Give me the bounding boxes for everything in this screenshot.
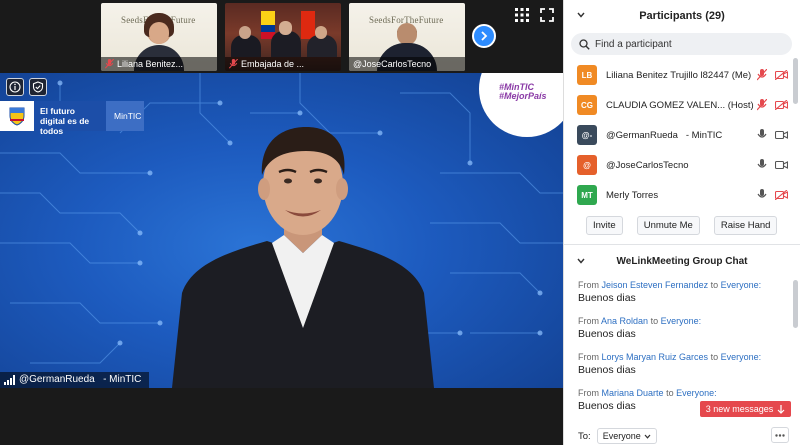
mic-muted-icon: [229, 59, 238, 69]
thumbnail-name: @JoseCarlosTecno: [349, 57, 465, 71]
mic-muted-icon[interactable]: [757, 69, 767, 81]
participant-row[interactable]: @- @GermanRueda - MinTIC: [564, 120, 792, 150]
participant-name: @JoseCarlosTecno: [606, 159, 689, 171]
chat-more-options-button[interactable]: [771, 427, 789, 443]
side-panel: Participants (29) LB Liliana Benitez Tru…: [563, 0, 800, 445]
active-speaker-video[interactable]: El futuro digital es de todos MinTIC #Mi…: [0, 73, 563, 388]
participants-header: Participants (29): [639, 10, 725, 22]
search-input[interactable]: [595, 38, 775, 50]
more-dots-icon: [775, 433, 785, 437]
video-off-icon[interactable]: [775, 190, 788, 200]
video-camera-icon[interactable]: [775, 130, 788, 140]
video-off-icon[interactable]: [775, 100, 788, 110]
security-button[interactable]: [29, 78, 47, 96]
participant-list: LB Liliana Benitez Trujillo l82447 (Me) …: [564, 60, 792, 210]
new-messages-button[interactable]: 3 new messages: [700, 401, 791, 417]
mic-icon[interactable]: [757, 189, 767, 201]
chevron-right-icon: [481, 31, 488, 41]
message-sender[interactable]: Ana Roldan: [601, 316, 648, 326]
mic-muted-icon: [105, 59, 114, 69]
chat-message: From Jeison Esteven Fernandez to Everyon…: [578, 279, 786, 306]
participant-name: Merly Torres: [606, 189, 659, 201]
signal-strength-icon: [4, 375, 15, 385]
thumbnail-name: Embajada de ...: [225, 57, 341, 71]
panel-divider: [564, 244, 800, 245]
thumbnail-name: Liliana Benitez...: [101, 57, 217, 71]
participants-scrollbar[interactable]: [793, 58, 798, 104]
grid-view-icon[interactable]: [515, 8, 529, 22]
message-text: Buenos dias: [578, 292, 636, 304]
video-area: SeedsForTheFuture Liliana Benitez...: [0, 0, 563, 445]
info-icon: [9, 81, 21, 93]
video-camera-icon[interactable]: [775, 160, 788, 170]
video-thumbnail[interactable]: Embajada de ...: [225, 3, 341, 71]
participant-row[interactable]: CG CLAUDIA GOMEZ VALEN... (Host): [564, 90, 792, 120]
video-thumbnail[interactable]: SeedsForTheFuture Liliana Benitez...: [101, 3, 217, 71]
participant-name: @GermanRueda - MinTIC: [606, 129, 723, 141]
message-text: Buenos dias: [578, 364, 636, 376]
participant-name: Liliana Benitez Trujillo l82447 (Me): [606, 69, 752, 81]
unmute-me-button[interactable]: Unmute Me: [636, 216, 700, 235]
meeting-info-button[interactable]: [6, 78, 24, 96]
message-recipient[interactable]: Everyone:: [721, 352, 762, 362]
mic-icon[interactable]: [757, 159, 767, 171]
search-icon: [579, 38, 590, 50]
message-sender[interactable]: Mariana Duarte: [602, 388, 664, 398]
mic-icon[interactable]: [757, 129, 767, 141]
chat-message: From Lorys Maryan Ruiz Garces to Everyon…: [578, 351, 786, 378]
participant-row[interactable]: @ @JoseCarlosTecno: [564, 150, 792, 180]
avatar: @: [577, 155, 597, 175]
recipient-select[interactable]: Everyone: [596, 428, 657, 444]
participant-name: CLAUDIA GOMEZ VALEN... (Host): [606, 99, 754, 111]
avatar: @-: [577, 125, 597, 145]
gallery-strip: SeedsForTheFuture Liliana Benitez...: [101, 3, 465, 71]
invite-button[interactable]: Invite: [586, 216, 623, 235]
video-off-icon[interactable]: [775, 70, 788, 80]
message-sender[interactable]: Jeison Esteven Fernandez: [602, 280, 709, 290]
avatar: MT: [577, 185, 597, 205]
raise-hand-button[interactable]: Raise Hand: [713, 216, 778, 235]
participant-row[interactable]: MT Merly Torres: [564, 180, 792, 210]
arrow-down-icon: [777, 404, 785, 414]
chevron-down-icon: [644, 434, 651, 439]
participant-actions: Invite Unmute Me Raise Hand: [586, 216, 778, 235]
mintic-brand-banner: El futuro digital es de todos MinTIC: [0, 101, 144, 136]
chat-scrollbar[interactable]: [793, 280, 798, 328]
chat-recipient-row: To: Everyone: [578, 428, 657, 444]
to-label: To:: [578, 430, 591, 442]
next-page-button[interactable]: [472, 24, 496, 48]
flag-china: [301, 11, 315, 39]
message-sender[interactable]: Lorys Maryan Ruiz Garces: [602, 352, 709, 362]
video-thumbnail[interactable]: SeedsForTheFuture @JoseCarlosTecno: [349, 3, 465, 71]
active-speaker-nameplate: @GermanRueda - MinTIC: [0, 372, 150, 388]
avatar: CG: [577, 95, 597, 115]
message-recipient[interactable]: Everyone:: [661, 316, 702, 326]
brand-org: MinTIC: [106, 101, 144, 131]
brand-tagline: El futuro digital es de todos: [34, 101, 106, 136]
message-text: Buenos dias: [578, 328, 636, 340]
participant-search[interactable]: [571, 33, 792, 55]
chat-header: WeLinkMeeting Group Chat: [616, 255, 748, 267]
shield-check-icon: [32, 81, 44, 93]
speaker-person: [172, 127, 434, 388]
chat-message: From Ana Roldan to Everyone: Buenos dias: [578, 315, 786, 342]
zoom-meeting-window: SeedsForTheFuture Liliana Benitez...: [0, 0, 800, 445]
fullscreen-icon[interactable]: [540, 8, 554, 22]
message-recipient[interactable]: Everyone:: [721, 280, 762, 290]
mic-muted-icon[interactable]: [757, 99, 767, 111]
participant-row[interactable]: LB Liliana Benitez Trujillo l82447 (Me): [564, 60, 792, 90]
avatar: LB: [577, 65, 597, 85]
colombia-coat-of-arms-icon: [0, 101, 34, 131]
message-recipient[interactable]: Everyone:: [676, 388, 717, 398]
